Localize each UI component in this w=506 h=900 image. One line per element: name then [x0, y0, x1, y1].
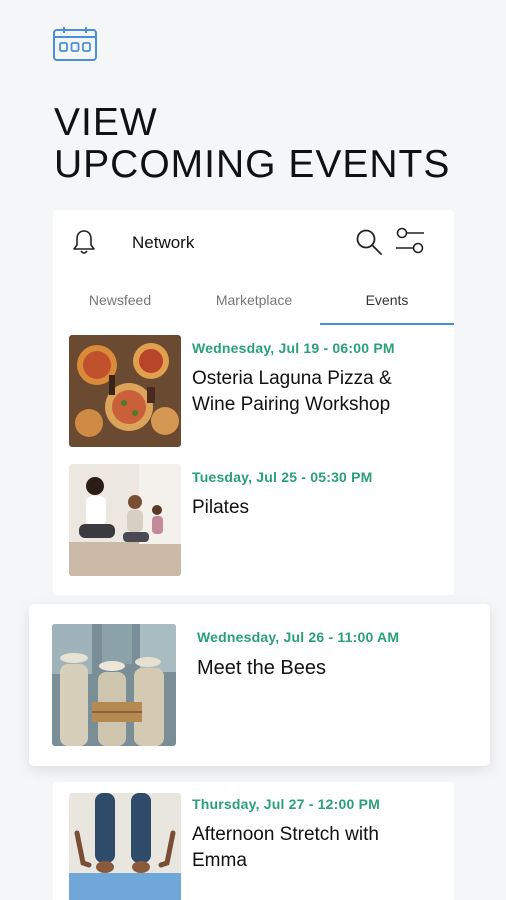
tab-label: Marketplace: [215, 292, 293, 308]
bell-icon[interactable]: [71, 228, 97, 256]
tab-marketplace[interactable]: Marketplace: [187, 288, 321, 326]
search-icon[interactable]: [355, 228, 383, 256]
event-thumbnail-bees: [52, 624, 176, 746]
event-title: Meet the Bees: [197, 657, 326, 679]
event-date: Wednesday, Jul 19 - 06:00 PM: [192, 340, 395, 356]
filter-icon[interactable]: [394, 226, 426, 256]
event-thumbnail-stretch: [69, 793, 181, 900]
headline: VIEW UPCOMING EVENTS: [54, 102, 450, 186]
event-thumbnail-pilates: [69, 464, 181, 576]
tab-label: Events: [365, 292, 409, 308]
event-list-item[interactable]: Wednesday, Jul 19 - 06:00 PM Osteria Lag…: [53, 335, 454, 447]
headline-line-2: UPCOMING EVENTS: [54, 143, 451, 186]
event-title: Pilates: [192, 497, 250, 518]
event-list-item[interactable]: Thursday, Jul 27 - 12:00 PM Afternoon St…: [53, 793, 454, 900]
event-list-item[interactable]: Tuesday, Jul 25 - 05:30 PM Pilates: [53, 464, 454, 576]
event-title: Osteria Laguna Pizza & Wine Pairing Work…: [192, 368, 392, 415]
app-screen-card-lower: Thursday, Jul 27 - 12:00 PM Afternoon St…: [53, 782, 454, 900]
app-topbar: Network: [53, 210, 454, 274]
tab-events[interactable]: Events: [320, 288, 454, 326]
headline-line-1: VIEW: [54, 101, 158, 144]
event-date: Tuesday, Jul 25 - 05:30 PM: [192, 469, 373, 485]
tab-newsfeed[interactable]: Newsfeed: [53, 288, 187, 326]
event-date: Wednesday, Jul 26 - 11:00 AM: [197, 629, 400, 645]
event-thumbnail-pizza: [69, 335, 181, 447]
tab-label: Newsfeed: [88, 292, 152, 308]
active-tab-indicator: [320, 323, 454, 325]
calendar-icon: [52, 26, 98, 62]
page-title: Network: [132, 233, 195, 252]
event-title: Afternoon Stretch with Emma: [192, 824, 379, 871]
event-date: Thursday, Jul 27 - 12:00 PM: [192, 796, 380, 812]
event-list-item-highlighted[interactable]: Wednesday, Jul 26 - 11:00 AM Meet the Be…: [29, 604, 490, 766]
app-screen-card: Network Newsfeed Marketplace Events Wedn…: [53, 210, 454, 595]
tab-bar: Newsfeed Marketplace Events: [53, 288, 454, 326]
